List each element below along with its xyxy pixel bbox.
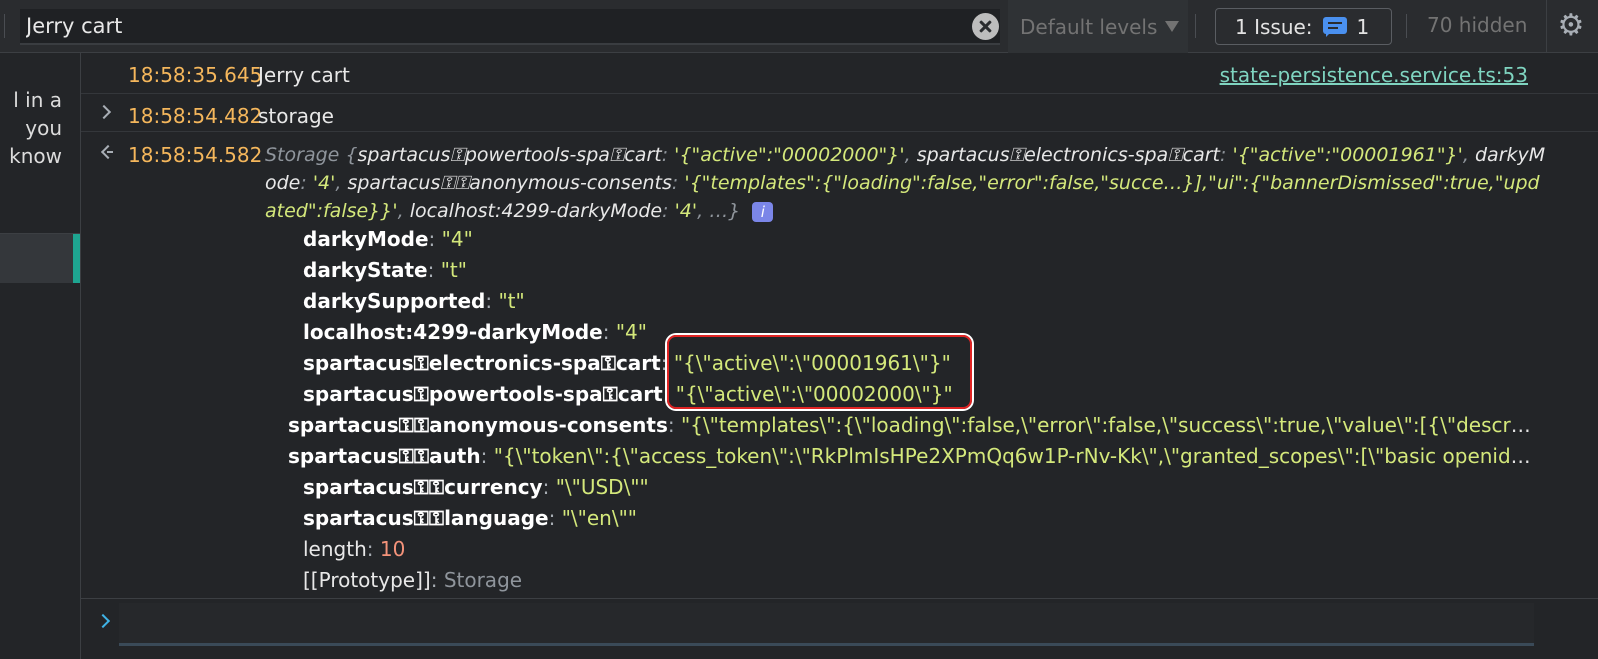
log-levels-dropdown[interactable]: Default levels [1008, 0, 1188, 53]
property-key: spartacus⚿electronics-spa⚿cart [303, 351, 661, 375]
preview-close: , …} [697, 200, 741, 222]
property-key: localhost:4299-darkyMode [303, 320, 603, 344]
property-row[interactable]: spartacus⚿⚿language: "\"en\"" [303, 503, 637, 533]
property-key: [[Prototype]] [303, 568, 431, 592]
property-value: "\"USD\"" [555, 475, 649, 499]
issues-label: 1 Issue: [1235, 14, 1313, 39]
caret-down-icon [1165, 21, 1180, 32]
info-icon[interactable]: i [752, 201, 774, 222]
property-value: "4" [615, 320, 647, 344]
message-timestamp: 18:58:54.482 [128, 104, 263, 128]
property-value: "{\"templates\":{\"loading\":false,\"err… [680, 413, 1531, 437]
property-value: "t" [440, 258, 467, 282]
message-text: Jerry cart [258, 63, 350, 87]
preview-key: spartacus⚿⚿anonymous-consents [347, 172, 672, 194]
property-value: 10 [379, 537, 406, 561]
property-row[interactable]: spartacus⚿⚿currency: "\"USD\"" [303, 472, 649, 502]
property-row[interactable]: darkyState: "t" [303, 255, 467, 285]
hidden-messages-count[interactable]: 70 hidden [1427, 13, 1527, 37]
console-message[interactable]: 18:58:54.482 storage [81, 94, 1598, 132]
sidebar-text-line: you [25, 116, 62, 140]
property-row[interactable]: darkyMode: "4" [303, 224, 473, 254]
return-arrow-icon [98, 145, 113, 159]
toolbar-divider [1195, 14, 1196, 38]
message-timestamp: 18:58:54.582 [128, 143, 263, 167]
property-key: spartacus⚿⚿currency [303, 475, 543, 499]
source-link[interactable]: state-persistence.service.ts:53 [1220, 63, 1528, 87]
preview-value: '{"active":"00001961"}' [1232, 144, 1463, 166]
object-preview[interactable]: Storage {spartacus⚿powertools-spa⚿cart: … [265, 141, 1547, 225]
property-key: spartacus⚿⚿auth [288, 444, 481, 468]
sidebar-text-line: l in a [13, 88, 62, 112]
property-key: spartacus⚿⚿anonymous-consents [288, 413, 668, 437]
gear-icon[interactable]: ⚙ [1555, 10, 1587, 42]
highlight-annotation [667, 335, 972, 409]
property-value: "\"en\"" [561, 506, 637, 530]
sidebar-text-line: know [9, 144, 62, 168]
property-row[interactable]: [[Prototype]]: Storage [303, 565, 522, 595]
sidebar-item-selected[interactable] [0, 234, 80, 283]
console-input[interactable] [119, 603, 1534, 643]
filter-box [20, 9, 1000, 45]
issues-count: 1 [1356, 14, 1370, 39]
property-key: spartacus⚿⚿language [303, 506, 549, 530]
sidebar-selection-accent [73, 234, 80, 283]
property-value: Storage [443, 568, 523, 592]
console-prompt [81, 598, 1598, 659]
property-key: length [303, 537, 367, 561]
console-toolbar: Default levels 1 Issue: 1 70 hidden ⚙ [0, 0, 1598, 53]
property-row[interactable]: spartacus⚿⚿auth: "{\"token\":{\"access_t… [288, 441, 1531, 471]
console-sidebar: l in a you know [0, 53, 81, 659]
filter-input[interactable] [26, 11, 966, 41]
property-key: darkySupported [303, 289, 486, 313]
message-timestamp: 18:58:35.645 [128, 63, 263, 87]
clear-icon[interactable] [972, 13, 999, 40]
preview-value: '{"active":"00002000"}' [674, 144, 905, 166]
property-key: darkyState [303, 258, 428, 282]
preview-value: '4' [312, 172, 336, 194]
preview-key: spartacus⚿electronics-spa⚿cart [916, 144, 1220, 166]
chevron-right-icon[interactable] [98, 106, 112, 120]
console-message[interactable]: 18:58:35.645 Jerry cart state-persistenc… [81, 53, 1598, 94]
property-row[interactable]: localhost:4299-darkyMode: "4" [303, 317, 647, 347]
sidebar-clipped-text: l in a you know [9, 86, 62, 170]
preview-key: localhost:4299-darkyMode [409, 200, 663, 222]
preview-open-brace: { [345, 144, 358, 166]
property-key: spartacus⚿powertools-spa⚿cart [303, 382, 663, 406]
preview-value: '4' [674, 200, 698, 222]
console-messages: 18:58:35.645 Jerry cart state-persistenc… [81, 53, 1598, 598]
preview-key: spartacus⚿powertools-spa⚿cart [357, 144, 662, 166]
property-row[interactable]: darkySupported: "t" [303, 286, 525, 316]
message-text: storage [258, 104, 334, 128]
property-key: darkyMode [303, 227, 429, 251]
property-value: "t" [498, 289, 525, 313]
property-row[interactable]: length: 10 [303, 534, 405, 564]
toolbar-divider [4, 14, 5, 38]
console-input-underline [119, 643, 1534, 646]
toolbar-divider [1406, 14, 1407, 38]
message-icon [1322, 16, 1347, 37]
toolbar-divider [1546, 0, 1547, 53]
property-row[interactable]: spartacus⚿⚿anonymous-consents: "{\"templ… [288, 410, 1531, 440]
property-value: "{\"token\":{\"access_token\":\"RkPlmIsH… [493, 444, 1531, 468]
log-levels-label: Default levels [1020, 14, 1158, 39]
chevron-right-icon [98, 614, 112, 628]
issues-button[interactable]: 1 Issue: 1 [1215, 8, 1392, 45]
preview-class-name: Storage [265, 144, 340, 166]
property-value: "4" [441, 227, 473, 251]
